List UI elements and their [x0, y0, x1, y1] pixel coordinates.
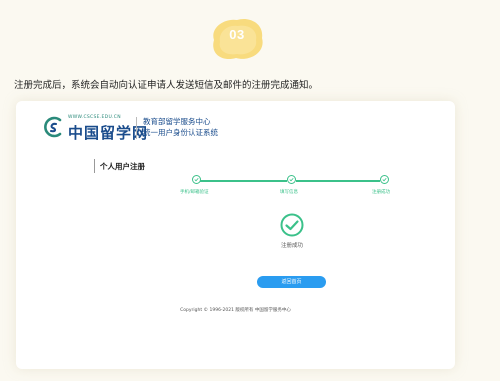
copyright-text: Copyright © 1996-2021 版权所有 中国留学服务中心 [180, 308, 291, 313]
step-3-label: 注册成功 [372, 190, 390, 195]
registration-steps: 手机/邮箱验证 填写信息 注册成功 [166, 174, 390, 200]
intro-text: 注册完成后，系统会自动向认证申请人发送短信及邮件的注册完成通知。 [14, 80, 319, 91]
success-check-icon [280, 213, 304, 237]
step-2-label: 填写信息 [280, 190, 298, 195]
header-divider [136, 117, 137, 139]
section-title: 个人用户注册 [100, 162, 145, 171]
back-to-home-button[interactable]: 返回首页 [257, 276, 326, 288]
success-message: 注册成功 [280, 243, 303, 249]
step-1-label: 手机/邮箱验证 [180, 190, 209, 195]
system-name-line1: 教育部留学服务中心 [143, 117, 211, 126]
section-divider [94, 159, 95, 173]
cscse-logo-icon [44, 116, 62, 138]
step-1-check-icon [192, 175, 201, 184]
system-name-line2: 统一用户身份认证系统 [143, 128, 218, 137]
step-connector [200, 180, 287, 182]
step-3-check-icon [380, 175, 389, 184]
step-badge: 03 [206, 14, 268, 64]
badge-number: 03 [229, 27, 245, 42]
step-2-check-icon [287, 175, 296, 184]
screenshot-card: WWW.CSCSE.EDU.CN 中国留学网 教育部留学服务中心 统一用户身份认… [16, 101, 455, 369]
logo-url: WWW.CSCSE.EDU.CN [68, 115, 121, 120]
step-connector [296, 180, 380, 182]
